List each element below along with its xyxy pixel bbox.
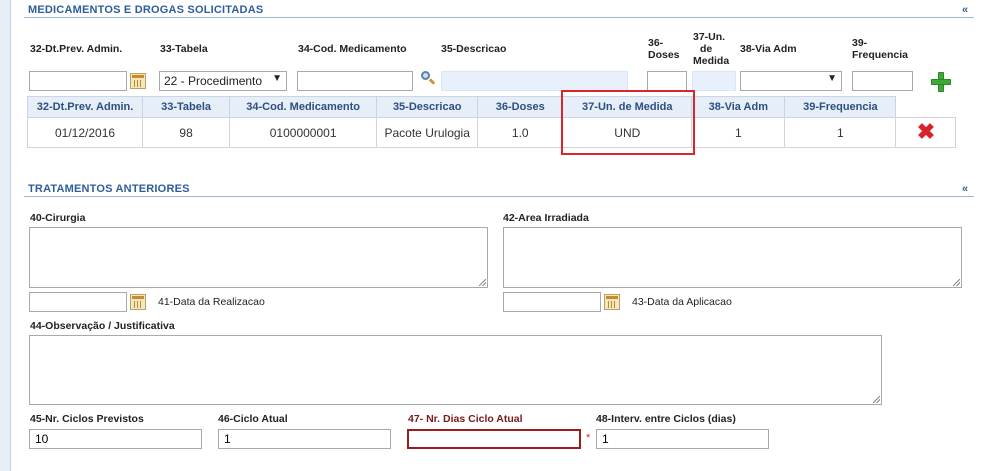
table-header: 34-Cod. Medicamento xyxy=(229,96,378,118)
table-cell: Pacote Urulogia xyxy=(376,117,479,148)
label-data-aplicacao: 43-Data da Aplicacao xyxy=(632,296,732,308)
label-unidade-line1: 37-Un. xyxy=(693,31,726,43)
area-irradiada-textarea[interactable] xyxy=(503,227,962,288)
required-marker: * xyxy=(586,432,591,444)
cod-medicamento-input[interactable] xyxy=(297,71,413,91)
label-descricao: 35-Descricao xyxy=(441,43,507,55)
cirurgia-textarea[interactable] xyxy=(29,227,488,288)
table-header: 32-Dt.Prev. Admin. xyxy=(26,96,144,118)
calendar-icon[interactable] xyxy=(130,294,146,310)
chevron-down-icon: ▼ xyxy=(827,73,837,84)
table-header: 39-Frequencia xyxy=(784,96,897,118)
tabela-selected-value: 22 - Procedimento xyxy=(164,74,263,88)
label-intervalo-ciclos: 48-Interv. entre Ciclos (dias) xyxy=(596,413,736,425)
table-header: 38-Via Adm xyxy=(691,96,786,118)
treatments-section-title: TRATAMENTOS ANTERIORES xyxy=(28,183,190,195)
via-adm-select[interactable]: ▼ xyxy=(740,71,842,91)
left-sidebar-strip xyxy=(0,0,11,471)
label-unidade-line2: de xyxy=(700,43,713,55)
medications-collapse-icon[interactable]: « xyxy=(962,4,968,16)
label-unidade-line3: Medida xyxy=(693,55,730,67)
label-doses-line1: 36- xyxy=(648,37,664,49)
data-realizacao-input[interactable] xyxy=(29,292,127,312)
label-dias-ciclo-atual: 47- Nr. Dias Ciclo Atual xyxy=(408,413,523,425)
ciclos-previstos-input[interactable] xyxy=(29,429,202,449)
table-cell: 0100000001 xyxy=(229,117,378,148)
table-header: 33-Tabela xyxy=(142,96,231,118)
table-header-row: 32-Dt.Prev. Admin. 33-Tabela 34-Cod. Med… xyxy=(26,96,956,118)
data-aplicacao-input[interactable] xyxy=(503,292,601,312)
add-medication-icon[interactable] xyxy=(931,72,951,92)
table-header: 35-Descricao xyxy=(376,96,479,118)
label-area-irradiada: 42-Area Irradiada xyxy=(503,212,589,224)
table-row: 01/12/2016 98 0100000001 Pacote Urulogia… xyxy=(26,117,956,148)
intervalo-ciclos-input[interactable] xyxy=(596,429,769,449)
medications-table: 32-Dt.Prev. Admin. 33-Tabela 34-Cod. Med… xyxy=(26,96,956,148)
label-ciclo-atual: 46-Ciclo Atual xyxy=(218,413,288,425)
label-ciclos-previstos: 45-Nr. Ciclos Previstos xyxy=(30,413,144,425)
dt-prev-input[interactable] xyxy=(29,71,127,91)
medications-section-title: MEDICAMENTOS E DROGAS SOLICITADAS xyxy=(28,4,264,16)
label-via-adm: 38-Via Adm xyxy=(740,43,797,55)
table-cell: 1 xyxy=(784,117,897,148)
table-cell: 98 xyxy=(142,117,231,148)
search-icon[interactable] xyxy=(420,70,436,86)
descricao-input[interactable] xyxy=(441,71,628,91)
doses-input[interactable] xyxy=(647,71,687,91)
label-cirurgia: 40-Cirurgia xyxy=(30,212,86,224)
chevron-down-icon: ▼ xyxy=(272,73,282,84)
section-divider xyxy=(24,17,974,18)
section-divider xyxy=(24,196,974,197)
dias-ciclo-atual-input[interactable] xyxy=(407,429,581,449)
label-frequencia-line2: Frequencia xyxy=(852,49,909,61)
tabela-select[interactable]: 22 - Procedimento ▼ xyxy=(159,71,287,91)
label-dt-prev: 32-Dt.Prev. Admin. xyxy=(30,43,123,55)
table-header: 36-Doses xyxy=(477,96,564,118)
table-header-actions xyxy=(895,96,956,118)
observacao-textarea[interactable] xyxy=(29,335,882,405)
unidade-medida-input[interactable] xyxy=(692,71,736,91)
treatments-collapse-icon[interactable]: « xyxy=(962,183,968,195)
calendar-icon[interactable] xyxy=(130,73,146,89)
label-observacao: 44-Observação / Justificativa xyxy=(30,320,175,332)
ciclo-atual-input[interactable] xyxy=(218,429,391,449)
label-data-realizacao: 41-Data da Realizacao xyxy=(158,296,265,308)
label-tabela: 33-Tabela xyxy=(160,43,208,55)
frequencia-input[interactable] xyxy=(852,71,913,91)
delete-row-icon[interactable]: ✖ xyxy=(916,121,936,143)
table-cell: 1 xyxy=(691,117,786,148)
calendar-icon[interactable] xyxy=(604,294,620,310)
label-cod-medicamento: 34-Cod. Medicamento xyxy=(298,43,407,55)
table-cell: 1.0 xyxy=(477,117,564,148)
table-cell: 01/12/2016 xyxy=(26,117,144,148)
label-doses-line2: Doses xyxy=(648,49,680,61)
highlight-box xyxy=(561,90,695,155)
label-frequencia-line1: 39- xyxy=(852,37,868,49)
